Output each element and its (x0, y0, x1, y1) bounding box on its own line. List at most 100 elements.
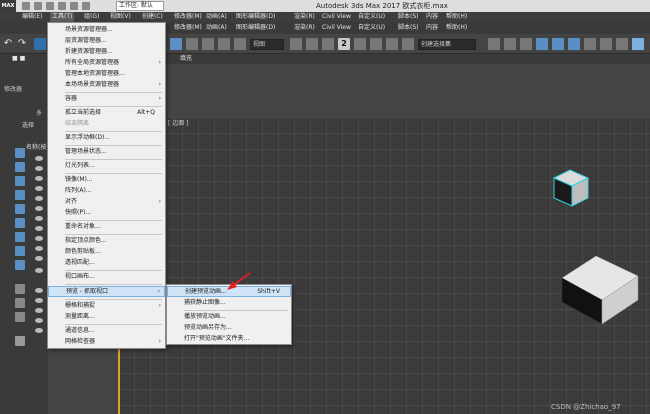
menu-animation[interactable]: 动画(A) (206, 12, 227, 22)
undo-quick-icon[interactable] (58, 2, 66, 10)
percent-snap-icon[interactable] (370, 38, 382, 50)
eye-icon[interactable] (35, 166, 43, 171)
select-manipulate-icon[interactable] (306, 38, 318, 50)
filter-cameras-icon[interactable] (15, 190, 25, 200)
menu-item-folding-explorer[interactable]: 折建资源管理器... (48, 47, 165, 57)
workspace-dropdown[interactable]: 工作区: 默认 (116, 1, 164, 11)
menu-item-mesh-inspector[interactable]: 网格检查器 › (48, 337, 165, 347)
submenu-item-play-preview[interactable]: 播放预览动画... (167, 312, 291, 322)
row2-animation[interactable]: 动画(A) (206, 23, 227, 33)
menu-item-color-clipboard[interactable]: 颜色剪贴板... (48, 247, 165, 257)
menu-item-measure-distance[interactable]: 测量距离... (48, 312, 165, 322)
scene-explorer-icon[interactable] (536, 38, 548, 50)
menu-item-array[interactable]: 阵列(A)... (48, 186, 165, 196)
funnel-filter-icon[interactable] (15, 336, 25, 346)
pivot-icon[interactable] (290, 38, 302, 50)
keyboard-shortcut-icon[interactable] (322, 38, 334, 50)
redo-icon[interactable]: ↷ (16, 38, 28, 50)
row2-content[interactable]: 内容 (426, 23, 438, 33)
open-file-icon[interactable] (34, 2, 42, 10)
viewport-label[interactable]: [ 边面 ] (168, 118, 189, 127)
select-region-icon[interactable] (186, 38, 198, 50)
select-tab[interactable]: 选择 (22, 120, 34, 129)
menu-views[interactable]: 视图(V) (110, 12, 131, 22)
schematic-view-icon[interactable] (584, 38, 596, 50)
material-editor-icon[interactable] (600, 38, 612, 50)
filter-groups-icon[interactable] (15, 232, 25, 242)
menu-edit[interactable]: 编辑(E) (22, 12, 42, 22)
eye-icon[interactable] (35, 216, 43, 221)
menu-create[interactable]: 创建(C) (142, 12, 163, 22)
submenu-item-save-preview-as[interactable]: 预览动画另存为... (167, 323, 291, 333)
row2-help[interactable]: 帮助(H) (446, 23, 467, 33)
row2-scripting[interactable]: 脚本(S) (398, 23, 419, 33)
rotate-icon[interactable] (234, 38, 246, 50)
menu-scripting[interactable]: 脚本(S) (398, 12, 419, 22)
mirror-icon[interactable] (488, 38, 500, 50)
menu-item-rename-objects[interactable]: 重命名对象... (48, 222, 165, 232)
app-logo[interactable]: MAX (0, 0, 16, 12)
menu-item-align[interactable]: 对齐 › (48, 197, 165, 207)
undo-icon[interactable]: ↶ (2, 38, 14, 50)
spinner-snap-icon[interactable] (386, 38, 398, 50)
move-icon[interactable] (218, 38, 230, 50)
display-all-icon[interactable] (15, 284, 25, 294)
filter-xrefs-icon[interactable] (15, 246, 25, 256)
filter-lights-icon[interactable] (15, 176, 25, 186)
reference-coordinate-combo[interactable]: 视图 (250, 39, 284, 50)
menu-group[interactable]: 组(G) (84, 12, 99, 22)
row2-modifiers[interactable]: 修改器(M) (174, 23, 202, 33)
filter-bones-icon[interactable] (15, 260, 25, 270)
curve-editor-icon[interactable] (568, 38, 580, 50)
selected-cube[interactable] (548, 166, 596, 214)
name-column-header[interactable]: 名称(按 (26, 142, 46, 151)
project-folder-icon[interactable] (82, 2, 90, 10)
left-tab-icon[interactable]: ■ ■ (12, 54, 25, 64)
link-icon[interactable] (34, 38, 46, 50)
menu-item-isolate-selection[interactable]: 孤立当前选择 Alt+Q (48, 108, 165, 118)
save-file-icon[interactable] (46, 2, 54, 10)
menu-item-containers[interactable]: 容器 › (48, 94, 165, 104)
menu-rendering[interactable]: 渲染(R) (294, 12, 315, 22)
menu-item-mirror[interactable]: 镜像(M)... (48, 175, 165, 185)
fill-label[interactable]: 填充 (180, 54, 192, 64)
menu-item-snapshot[interactable]: 快照(P)... (48, 208, 165, 218)
filter-geometry-icon[interactable] (15, 148, 25, 158)
menu-item-preview-grab-viewport[interactable]: 预览 - 抓取视口 › (48, 286, 165, 297)
menu-item-manage-scene-states[interactable]: 管理场景状态... (48, 147, 165, 157)
row2-graph-editors[interactable]: 图形编辑器(D) (236, 23, 275, 33)
menu-item-assign-vertex-colors[interactable]: 指定顶点颜色... (48, 236, 165, 246)
redo-quick-icon[interactable] (70, 2, 78, 10)
filter-shapes-icon[interactable] (15, 162, 25, 172)
new-file-icon[interactable] (22, 2, 30, 10)
menu-item-end-isolate[interactable]: 结束隔离 (48, 119, 165, 129)
submenu-item-grab-still-image[interactable]: 捕获静止图像... (167, 298, 291, 308)
menu-item-viewport-canvas[interactable]: 视口画布... (48, 272, 165, 282)
menu-graph-editors[interactable]: 图形编辑器(D) (236, 12, 275, 22)
filter-helpers-icon[interactable] (15, 204, 25, 214)
row2-rendering[interactable]: 渲染(R) (294, 23, 315, 33)
menu-item-perspective-match[interactable]: 透视匹配... (48, 258, 165, 268)
menu-item-manage-local-explorers[interactable]: 管理本地资源管理器... (48, 69, 165, 79)
menu-item-local-scene-explorers[interactable]: 本场场景资源管理器 › (48, 80, 165, 90)
row2-customize[interactable]: 自定义(U) (358, 23, 385, 33)
menu-modifiers[interactable]: 修改器(M) (174, 12, 202, 22)
menu-tools[interactable]: 工具(T) (50, 12, 75, 22)
layer-explorer-icon[interactable] (520, 38, 532, 50)
align-icon[interactable] (504, 38, 516, 50)
angle-snap-icon[interactable] (354, 38, 366, 50)
menu-customize[interactable]: 自定义(U) (358, 12, 385, 22)
menu-help[interactable]: 帮助(H) (446, 12, 467, 22)
render-frame-icon[interactable] (632, 38, 644, 50)
menu-content[interactable]: 内容 (426, 12, 438, 22)
eye-icon[interactable] (35, 236, 43, 241)
display-none-icon[interactable] (15, 298, 25, 308)
eye-icon[interactable] (35, 328, 43, 333)
box-object[interactable] (558, 252, 644, 328)
menu-item-display-floater[interactable]: 显示浮动框(D)... (48, 133, 165, 143)
eye-icon[interactable] (35, 308, 43, 313)
eye-icon[interactable] (35, 288, 43, 293)
eye-icon[interactable] (35, 156, 43, 161)
eye-icon[interactable] (35, 318, 43, 323)
snap-toggle-icon[interactable]: 2 (338, 38, 350, 50)
